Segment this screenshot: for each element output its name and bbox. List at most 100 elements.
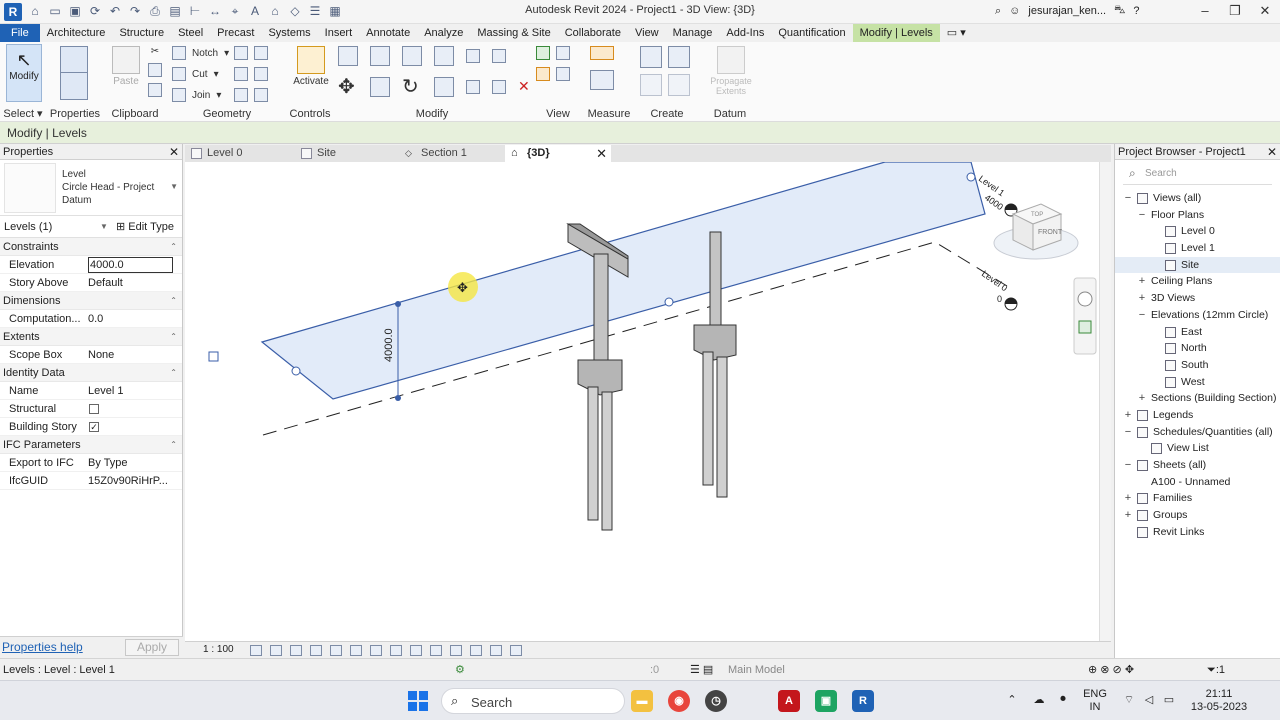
browser-item[interactable]: + Sections (Building Section) — [1115, 390, 1280, 407]
close-icon[interactable]: ✕ — [169, 144, 179, 160]
expand-icon[interactable]: + — [1123, 407, 1133, 424]
tab-massing-site[interactable]: Massing & Site — [470, 24, 557, 42]
visual-style-icon[interactable] — [270, 645, 282, 656]
property-value[interactable]: 0.0 — [88, 310, 173, 328]
browser-item[interactable]: North — [1115, 340, 1280, 357]
volume-icon[interactable]: ◁ — [1142, 693, 1156, 706]
view-hide-icon[interactable] — [556, 67, 570, 81]
browser-item[interactable]: + Legends — [1115, 407, 1280, 424]
level-0-tag[interactable]: Level 0 — [980, 268, 1010, 293]
collapse-icon[interactable]: ⌃ — [170, 364, 177, 382]
column-1[interactable] — [593, 253, 609, 363]
sync-icon[interactable]: ⟳ — [88, 4, 102, 18]
chevron-down-icon[interactable]: ▼ — [170, 182, 178, 191]
collapse-icon[interactable]: − — [1137, 307, 1147, 324]
checkbox-icon[interactable] — [89, 404, 99, 415]
collapse-icon[interactable]: − — [1123, 457, 1133, 474]
browser-item[interactable]: East — [1115, 324, 1280, 341]
copy-icon[interactable] — [148, 63, 162, 77]
cart-icon[interactable]: ⛍ — [1114, 4, 1125, 18]
clock-app-icon[interactable]: ◷ — [705, 690, 727, 712]
mirror-draw-icon[interactable] — [434, 46, 454, 66]
measure-distance-icon[interactable] — [590, 46, 614, 60]
create-group-icon[interactable] — [640, 74, 662, 96]
trim-extend-icon[interactable] — [434, 76, 454, 97]
delete-icon[interactable]: ✕ — [518, 78, 530, 95]
shadows-icon[interactable] — [310, 645, 322, 656]
align-icon[interactable] — [338, 46, 358, 66]
restore-icon[interactable]: ❐ — [1220, 0, 1250, 24]
browser-item[interactable]: − Schedules/Quantities (all) — [1115, 424, 1280, 441]
wifi-icon[interactable]: ⌔ — [1122, 693, 1136, 707]
edit-type-button[interactable]: ⊞ Edit Type — [116, 216, 174, 238]
battery-icon[interactable]: ▭ — [1162, 693, 1176, 706]
highlight-displacement-icon[interactable] — [490, 645, 502, 656]
apply-button[interactable]: Apply — [125, 639, 179, 656]
tab-collaborate[interactable]: Collaborate — [558, 24, 628, 42]
level-0-elevation[interactable]: 0 — [997, 294, 1002, 304]
revit-logo-icon[interactable]: R — [4, 3, 22, 21]
expand-icon[interactable]: + — [1137, 390, 1147, 407]
tab-systems[interactable]: Systems — [261, 24, 317, 42]
dimension-value[interactable]: 4000.0 — [383, 328, 395, 362]
offset-icon[interactable] — [370, 46, 390, 66]
windows-start-icon[interactable] — [408, 691, 428, 711]
lock-view-icon[interactable] — [390, 645, 402, 656]
collapse-icon[interactable]: − — [1123, 424, 1133, 441]
browser-item[interactable]: + Groups — [1115, 507, 1280, 524]
render-icon[interactable] — [330, 645, 342, 656]
design-options-icon[interactable]: ☰ ▤ — [690, 659, 713, 681]
tab-site[interactable]: Site — [295, 145, 399, 162]
paste-button[interactable]: Paste — [108, 42, 144, 98]
property-section[interactable]: IFC Parameters ⌃ — [0, 436, 182, 454]
help-icon[interactable]: ? — [1133, 5, 1139, 17]
autocad-icon[interactable]: A — [778, 690, 800, 712]
rotate-icon[interactable]: ↻ — [402, 74, 422, 99]
wall-joins-icon[interactable] — [234, 46, 248, 60]
clock[interactable]: 21:11 13-05-2023 — [1186, 688, 1252, 714]
browser-item[interactable]: Revit Links — [1115, 524, 1280, 541]
revit-taskbar-icon[interactable]: R — [852, 690, 874, 712]
property-section[interactable]: Constraints ⌃ — [0, 238, 182, 256]
selection-icons[interactable]: ⊕ ⊗ ⊘ ✥ — [1088, 659, 1134, 681]
filter-icon[interactable]: ⏷:1 — [1207, 659, 1225, 681]
cut-icon[interactable]: ✂ — [151, 46, 159, 57]
browser-item[interactable]: A100 - Unnamed — [1115, 474, 1280, 491]
show-crop-icon[interactable] — [370, 645, 382, 656]
browser-item[interactable]: Level 0 — [1115, 223, 1280, 240]
collapse-icon[interactable]: − — [1137, 207, 1147, 224]
column-2[interactable] — [709, 231, 722, 331]
pile-cap-1[interactable] — [577, 359, 623, 396]
save-icon[interactable]: ▣ — [68, 4, 82, 18]
open-icon[interactable]: ▭ — [48, 4, 62, 18]
pdf-icon[interactable]: ▤ — [168, 4, 182, 18]
linework-icon[interactable] — [536, 67, 550, 81]
browser-item[interactable]: − Elevations (12mm Circle) — [1115, 307, 1280, 324]
expand-icon[interactable]: + — [1137, 290, 1147, 307]
section-icon[interactable]: ◇ — [288, 4, 302, 18]
vertical-scrollbar[interactable] — [1099, 162, 1111, 641]
tab-section-1[interactable]: ◇ Section 1 — [399, 145, 505, 162]
tab-quantification[interactable]: Quantification — [771, 24, 852, 42]
join-button[interactable]: Join ▾ — [172, 88, 221, 102]
tab-insert[interactable]: Insert — [318, 24, 360, 42]
dimension-icon[interactable]: ↔ — [208, 4, 222, 18]
tab-steel[interactable]: Steel — [171, 24, 210, 42]
user-icon[interactable]: ☺ — [1009, 5, 1020, 17]
text-icon[interactable]: A — [248, 4, 262, 18]
paint-icon[interactable] — [234, 67, 248, 81]
reveal-constraints-icon[interactable] — [510, 645, 522, 656]
pile-2a[interactable] — [702, 351, 714, 486]
property-value[interactable]: None — [88, 346, 173, 364]
beam-join-icon[interactable] — [234, 88, 248, 102]
modify-button[interactable]: ↖ Modify — [6, 44, 42, 102]
pile-2b[interactable] — [716, 356, 728, 498]
hammer-icon[interactable] — [254, 88, 268, 102]
trim-icon[interactable] — [492, 49, 506, 63]
tab-level-0[interactable]: Level 0 — [185, 145, 295, 162]
3d-view-icon[interactable]: ⌂ — [268, 4, 282, 18]
mirror-axis-icon[interactable] — [402, 46, 422, 66]
checkbox-checked-icon[interactable]: ✓ — [89, 422, 99, 433]
property-value[interactable]: 15Z0v90RiHrP... — [88, 472, 173, 490]
split-icon[interactable] — [466, 49, 480, 63]
